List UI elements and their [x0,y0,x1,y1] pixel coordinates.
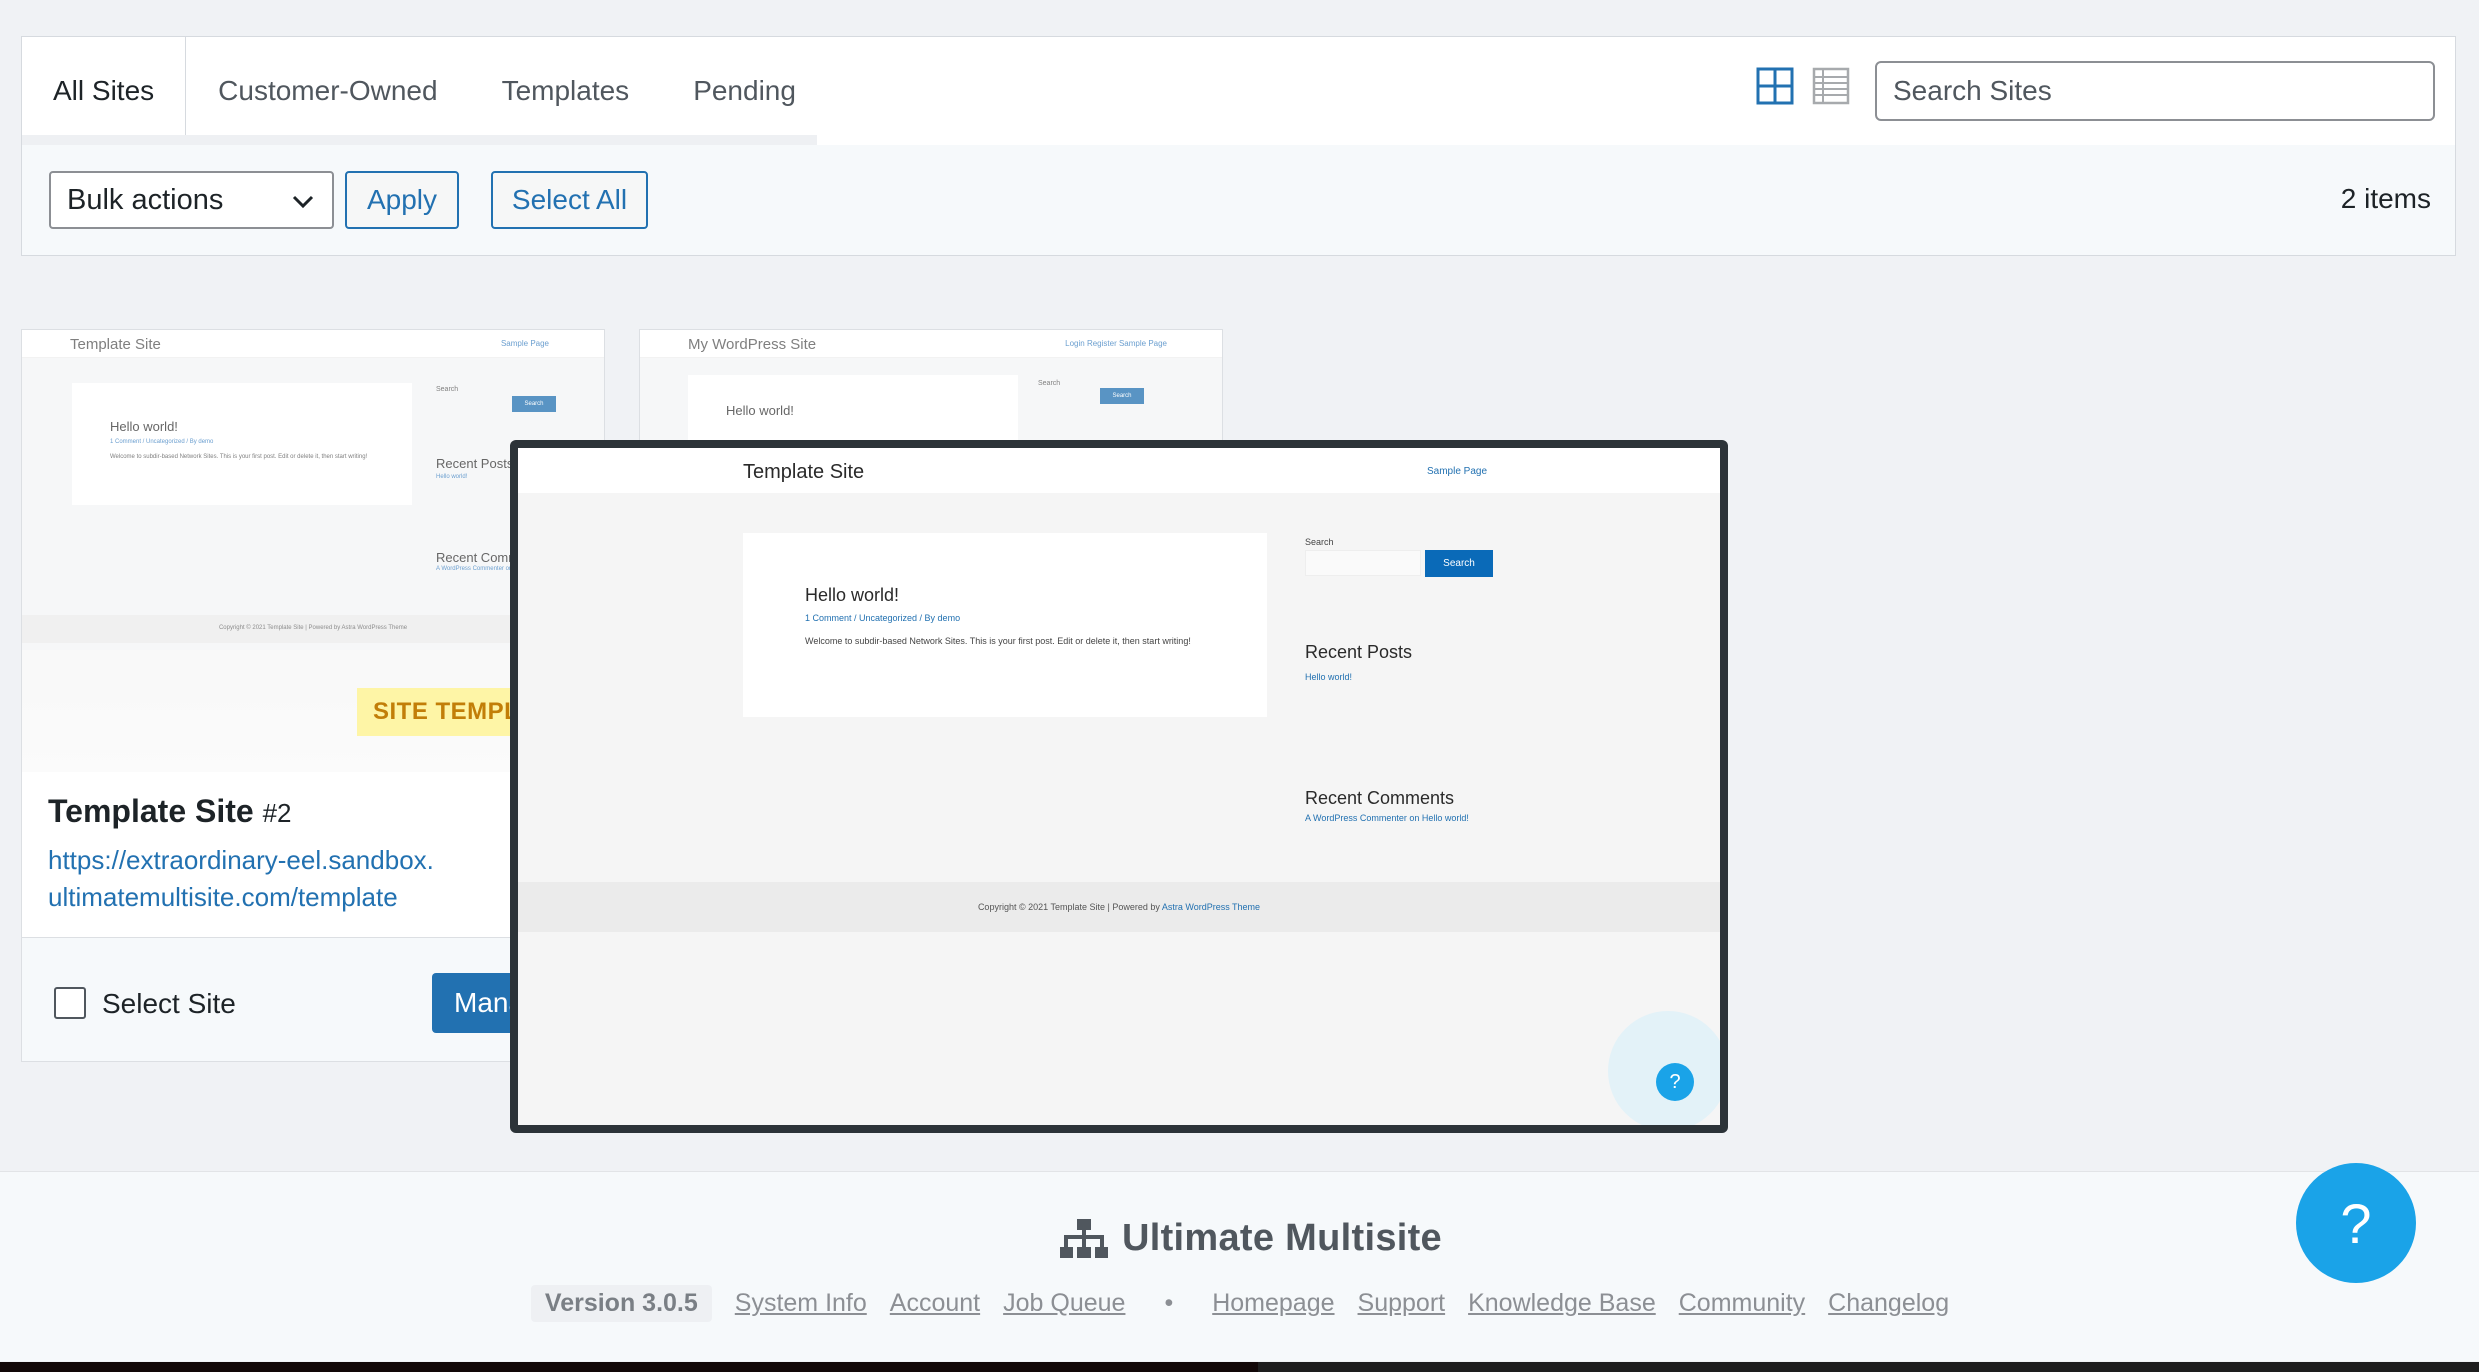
thumb-nav: Login Register Sample Page [1065,339,1167,348]
bottom-edge-bar [0,1362,2479,1372]
site-url-line-2: ultimatemultisite.com/template [48,882,398,912]
footer-separator: • [1164,1289,1174,1317]
tab-customer-owned[interactable]: Customer-Owned [186,37,470,145]
preview-theme-link[interactable]: Astra WordPress Theme [1162,902,1260,912]
site-preview-frame: Template Site Sample Page Hello world! 1… [518,448,1720,1125]
thumb-post-title: Hello world! [726,403,794,418]
thumb-search-label: Search [1038,380,1061,387]
select-site-label[interactable]: Select Site [102,988,236,1020]
footer-link-knowledge-base[interactable]: Knowledge Base [1468,1289,1656,1318]
network-logo-icon [1060,1218,1108,1258]
preview-post: Hello world! 1 Comment / Uncategorized /… [743,533,1267,717]
list-view-icon[interactable] [1812,67,1850,105]
preview-search-label: Search [1305,537,1334,547]
footer-link-job-queue[interactable]: Job Queue [1003,1289,1125,1318]
help-button[interactable]: ? [2296,1163,2416,1283]
footer-link-community[interactable]: Community [1679,1289,1805,1318]
thumb-header: Template Site Sample Page [22,330,604,358]
thumb-search-button: Search [1100,388,1144,404]
preview-footer: Copyright © 2021 Template Site | Powered… [518,882,1720,932]
footer-link-system-info[interactable]: System Info [735,1289,867,1318]
site-name: Template Site [48,793,254,829]
thumb-recent-comments-link: A WordPress Commenter on [436,566,513,572]
thumb-post-title: Hello world! [110,419,178,434]
site-card-my-wordpress: My WordPress Site Login Register Sample … [639,329,1223,449]
tabs-divider [22,135,817,145]
thumb-site-title: Template Site [70,336,161,353]
preview-site-title[interactable]: Template Site [743,461,864,484]
bulk-actions-select[interactable]: Bulk actions [49,171,334,229]
footer-link-homepage[interactable]: Homepage [1212,1289,1334,1318]
preview-nav-sample-page[interactable]: Sample Page [1427,466,1487,477]
thumb-post-meta: 1 Comment / Uncategorized / By demo [110,439,214,445]
thumb-site-title: My WordPress Site [688,336,817,353]
tab-templates[interactable]: Templates [469,37,662,145]
site-url-link[interactable]: https://extraordinary-eel.sandbox. ultim… [48,842,528,916]
bottom-edge-segment [0,1362,1258,1372]
thumb-post: Hello world! [688,375,1018,448]
preview-post-text: Welcome to subdir-based Network Sites. T… [805,636,1191,646]
site-url-line-1: https://extraordinary-eel.sandbox. [48,845,434,875]
preview-copyright: Copyright © 2021 Template Site | Powered… [977,902,1160,912]
thumb-search-label: Search [436,386,459,393]
apply-button[interactable]: Apply [345,171,459,229]
page-footer: Ultimate Multisite Version 3.0.5 System … [0,1171,2479,1361]
select-all-button[interactable]: Select All [491,171,648,229]
tab-all-sites[interactable]: All Sites [22,37,187,145]
site-thumbnail[interactable]: My WordPress Site Login Register Sample … [640,330,1222,448]
preview-recent-comments-heading: Recent Comments [1305,788,1455,808]
thumb-post: Hello world! 1 Comment / Uncategorized /… [72,383,412,505]
bulk-actions-value: Bulk actions [67,183,224,216]
bulk-actions-bar: Bulk actions Apply Select All 2 items [21,145,2456,256]
site-preview-popup: Template Site Sample Page Hello world! 1… [510,440,1728,1133]
thumb-post-text: Welcome to subdir-based Network Sites. T… [110,454,368,460]
tab-pending[interactable]: Pending [661,37,828,145]
grid-view-icon[interactable] [1756,67,1794,105]
site-filter-tabs: All Sites Customer-Owned Templates Pendi… [22,37,828,145]
preview-footer-text: Copyright © 2021 Template Site | Powered… [518,902,1720,912]
footer-link-changelog[interactable]: Changelog [1828,1289,1949,1318]
preview-recent-posts-heading: Recent Posts [1305,642,1413,662]
sites-toolbar: All Sites Customer-Owned Templates Pendi… [21,36,2456,146]
site-template-badge: SITE TEMPL [357,688,536,736]
footer-link-support[interactable]: Support [1358,1289,1446,1318]
thumb-search-button: Search [512,396,556,412]
select-site-checkbox[interactable] [54,987,86,1019]
preview-recent-comment-link[interactable]: A WordPress Commenter on Hello world! [1305,813,1469,823]
preview-help-icon[interactable]: ? [1656,1063,1694,1101]
preview-post-title[interactable]: Hello world! [805,585,899,606]
brand-name: Ultimate Multisite [1122,1217,1442,1259]
site-title: Template Site #2 [48,793,292,830]
preview-post-meta[interactable]: 1 Comment / Uncategorized / By demo [805,613,960,623]
preview-search-button[interactable]: Search [1425,550,1493,577]
thumb-nav: Sample Page [500,339,549,348]
version-badge: Version 3.0.5 [530,1285,712,1322]
footer-link-account[interactable]: Account [890,1289,980,1318]
search-sites-input[interactable] [1875,61,2435,121]
footer-links: Version 3.0.5 System Info Account Job Qu… [530,1285,1950,1322]
preview-search-input[interactable] [1305,550,1421,576]
items-count: 2 items [2340,183,2431,214]
chevron-down-icon [292,195,314,209]
preview-header: Template Site Sample Page [518,448,1720,493]
thumb-recent-comments: Recent Comm [436,550,520,565]
preview-recent-post-link[interactable]: Hello world! [1305,672,1352,682]
thumb-recent-posts: Recent Posts [436,456,514,471]
site-id: #2 [262,798,292,828]
brand: Ultimate Multisite [1060,1217,1442,1260]
thumb-recent-posts-link: Hello world! [436,474,468,480]
thumb-header: My WordPress Site Login Register Sample … [640,330,1222,358]
